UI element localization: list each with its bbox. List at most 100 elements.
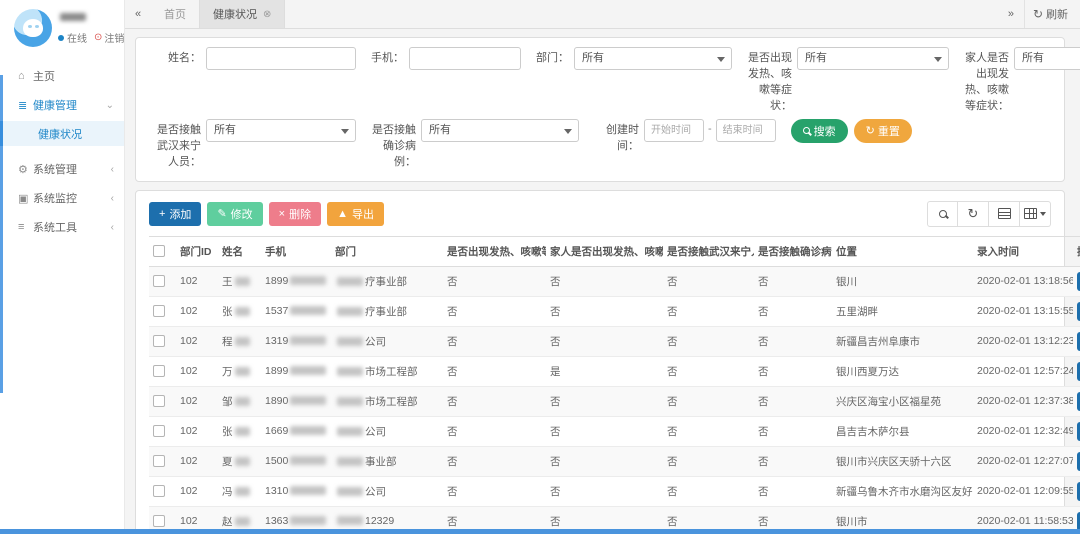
sidebar-item-system-tools[interactable]: ≡ 系统工具 ‹: [0, 214, 124, 240]
tab-health-status[interactable]: 健康状况 ⊗: [199, 0, 285, 28]
row-checkbox[interactable]: [153, 455, 165, 467]
delete-button[interactable]: ×删除: [269, 202, 321, 226]
phone-input[interactable]: [409, 47, 521, 70]
cell-dept-id: 102: [176, 506, 218, 529]
cell-fever: 否: [443, 356, 546, 386]
cell-name: 赵: [218, 506, 261, 529]
sidebar: 在线 ⊙ 注销 ⌂ 主页 ≣ 健康管理 ⌄ 健康状况 ⚙ 系统管理: [0, 0, 125, 529]
content-area: 姓名： 手机： 部门： 所有 是否出现发热、咳嗽等症状：: [125, 29, 1080, 529]
family-fever-select[interactable]: 所有: [1014, 47, 1080, 70]
cell-name: 邹: [218, 386, 261, 416]
tab-home[interactable]: 首页: [151, 0, 199, 28]
select-all-checkbox[interactable]: [153, 245, 165, 257]
cell-fever: 否: [443, 386, 546, 416]
logout-link[interactable]: 注销: [104, 30, 124, 45]
sidebar-scrollbar[interactable]: [0, 75, 3, 393]
row-checkbox[interactable]: [153, 515, 165, 527]
add-button[interactable]: +添加: [149, 202, 201, 226]
cell-fever: 否: [443, 446, 546, 476]
refresh-icon: ↻: [1033, 7, 1043, 21]
cell-phone: 1363: [261, 506, 331, 529]
col-wuhan-contact: 是否接触武汉来宁人员: [663, 236, 754, 266]
cell-dept-id: 102: [176, 326, 218, 356]
dept-label: 部门：: [534, 47, 574, 70]
redacted-text: [290, 336, 326, 345]
plus-icon: +: [159, 208, 165, 220]
avatar[interactable]: [14, 9, 52, 47]
chevron-down-icon: [717, 57, 725, 62]
cell-location: 银川: [832, 266, 973, 296]
start-time-input[interactable]: [644, 119, 704, 142]
redacted-text: [337, 397, 363, 406]
tabs-scroll-left-icon[interactable]: «: [125, 0, 151, 28]
sidebar-item-health-mgmt[interactable]: ≣ 健康管理 ⌄: [0, 92, 124, 118]
sidebar-item-health-status[interactable]: 健康状况: [0, 121, 124, 146]
name-input[interactable]: [206, 47, 356, 70]
cell-dept: 疗事业部: [331, 296, 443, 326]
cell-phone: 1899: [261, 356, 331, 386]
phone-label: 手机：: [369, 47, 409, 70]
reset-button[interactable]: ↻ 重置: [854, 119, 912, 143]
sidebar-item-system-mgmt[interactable]: ⚙ 系统管理 ‹: [0, 156, 124, 182]
cell-fever: 否: [443, 476, 546, 506]
home-icon: ⌂: [18, 70, 33, 82]
table-row: 102 程 1319 公司 否 否 否 否 新疆昌吉州阜康市 2020-02-0…: [149, 326, 1080, 356]
sidebar-item-home[interactable]: ⌂ 主页: [0, 63, 124, 89]
cell-wuhan-contact: 否: [663, 326, 754, 356]
refresh-tab-button[interactable]: ↻ 刷新: [1024, 0, 1080, 28]
main-area: « 首页 健康状况 ⊗ » ↻ 刷新 姓名：: [125, 0, 1080, 529]
wuhan-contact-select[interactable]: 所有: [206, 119, 356, 142]
cell-location: 银川市: [832, 506, 973, 529]
cell-family-fever: 否: [546, 326, 663, 356]
row-checkbox[interactable]: [153, 335, 165, 347]
redacted-text: [337, 457, 363, 466]
col-location: 位置: [832, 236, 973, 266]
end-time-input[interactable]: [716, 119, 776, 142]
dept-select[interactable]: 所有: [574, 47, 732, 70]
cell-actions: ✎编辑 ×删除: [1073, 326, 1080, 356]
cell-actions: ✎编辑 ×删除: [1073, 356, 1080, 386]
row-checkbox[interactable]: [153, 395, 165, 407]
table-row: 102 邹 1890 市场工程部 否 否 否 否 兴庆区海宝小区福星苑 2020…: [149, 386, 1080, 416]
modify-button[interactable]: ✎修改: [207, 202, 262, 226]
redacted-text: [290, 456, 326, 465]
cell-entry-time: 2020-02-01 12:32:49: [973, 416, 1073, 446]
cell-entry-time: 2020-02-01 13:18:56: [973, 266, 1073, 296]
cell-family-fever: 否: [546, 386, 663, 416]
table-search-button[interactable]: [927, 201, 958, 227]
redacted-text: [337, 277, 363, 286]
fever-select[interactable]: 所有: [797, 47, 949, 70]
table-columns-button[interactable]: [1020, 201, 1051, 227]
row-checkbox[interactable]: [153, 305, 165, 317]
cell-actions: ✎编辑 ×删除: [1073, 446, 1080, 476]
cell-confirmed-contact: 否: [754, 356, 832, 386]
cell-location: 新疆昌吉州阜康市: [832, 326, 973, 356]
row-checkbox[interactable]: [153, 485, 165, 497]
cell-family-fever: 否: [546, 266, 663, 296]
sidebar-item-system-monitor[interactable]: ▣ 系统监控 ‹: [0, 185, 124, 211]
row-checkbox[interactable]: [153, 425, 165, 437]
col-phone: 手机: [261, 236, 331, 266]
row-checkbox[interactable]: [153, 365, 165, 377]
tabs-scroll-right-icon[interactable]: »: [998, 0, 1024, 28]
wuhan-contact-label: 是否接触武汉来宁人员：: [148, 119, 206, 171]
chevron-down-icon: ⌄: [106, 100, 114, 111]
confirmed-contact-select[interactable]: 所有: [421, 119, 579, 142]
redacted-text: [290, 306, 326, 315]
close-icon[interactable]: ⊗: [263, 9, 271, 20]
table-row: 102 赵 1363 12329 否 否 否 否 银川市 2020-02-01 …: [149, 506, 1080, 529]
cell-actions: ✎编辑 ×删除: [1073, 476, 1080, 506]
cell-name: 万: [218, 356, 261, 386]
cell-dept: 事业部: [331, 446, 443, 476]
cell-confirmed-contact: 否: [754, 506, 832, 529]
cell-phone: 1310: [261, 476, 331, 506]
table-refresh-button[interactable]: ↻: [958, 201, 989, 227]
table-view-toggle-button[interactable]: [989, 201, 1020, 227]
cell-dept-id: 102: [176, 266, 218, 296]
cell-entry-time: 2020-02-01 11:58:53: [973, 506, 1073, 529]
row-checkbox[interactable]: [153, 275, 165, 287]
cell-entry-time: 2020-02-01 12:09:55: [973, 476, 1073, 506]
search-button[interactable]: 搜索: [791, 119, 848, 143]
export-button[interactable]: ▲导出: [327, 202, 384, 226]
sidebar-nav: ⌂ 主页 ≣ 健康管理 ⌄ 健康状况 ⚙ 系统管理 ‹ ▣ 系统监控 ‹: [0, 63, 124, 240]
